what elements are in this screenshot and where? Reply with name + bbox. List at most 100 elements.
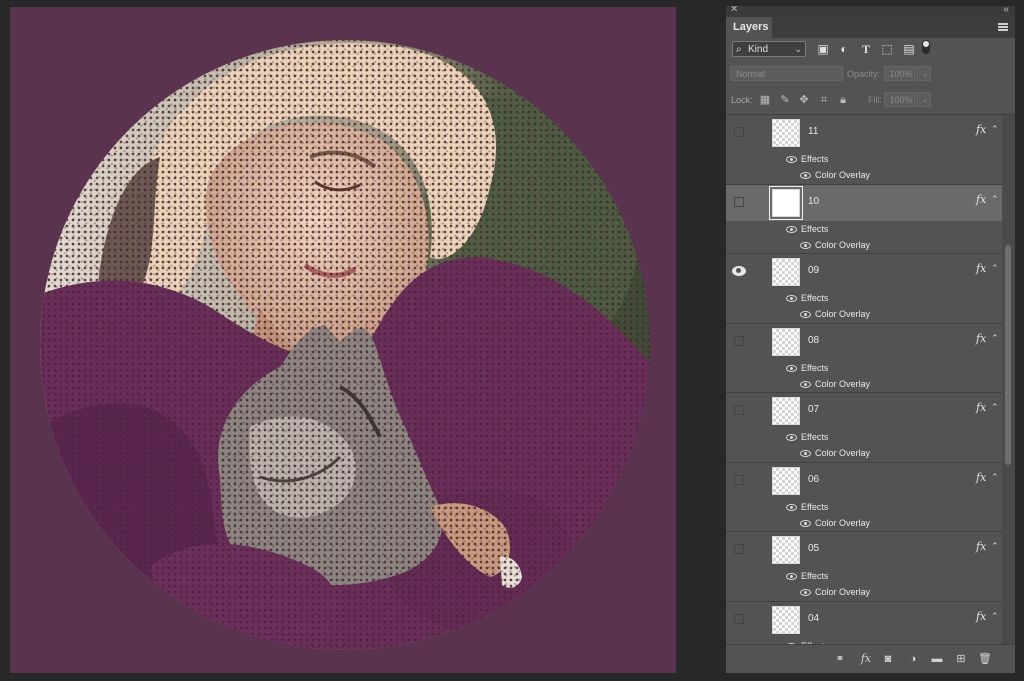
layer-item[interactable]: 09 fx ⌃ Effects Color Overlay [726,254,1002,324]
layer-thumbnail[interactable] [772,119,800,147]
layer-name[interactable]: 11 [808,126,818,137]
trash-icon[interactable]: 🗑︎ [977,652,993,666]
fx-icon[interactable]: fx [976,401,986,414]
layer-row[interactable]: 10 fx ⌃ [726,184,1002,221]
layer-thumbnail[interactable] [772,397,800,425]
layer-thumbnail[interactable] [772,536,800,564]
visibility-toggle[interactable] [734,335,744,346]
blend-mode-select[interactable]: Normal [730,66,843,81]
fill-field[interactable]: 100% [884,92,918,107]
fill-dropdown-icon[interactable]: ⌄ [919,92,931,107]
layer-row[interactable]: 08 fx ⌃ [726,324,1002,360]
eye-icon[interactable] [786,434,797,441]
layer-row[interactable]: 11 fx ⌃ [726,115,1002,151]
fx-icon[interactable]: fx [976,193,986,206]
fx-icon[interactable]: fx [976,123,986,136]
layer-row[interactable]: 05 fx ⌃ [726,532,1002,568]
eye-icon[interactable] [786,364,797,372]
visibility-toggle[interactable] [734,613,744,624]
eye-icon[interactable] [732,266,746,276]
eye-icon[interactable] [786,503,797,511]
document-canvas[interactable] [10,7,676,673]
eye-icon[interactable] [800,241,811,249]
pixel-filter-icon[interactable]: ▣ [816,41,830,57]
eye-icon[interactable] [786,225,797,233]
smart-object-filter-icon[interactable]: ▤ [902,41,916,57]
layer-item[interactable]: 06 fx ⌃ Effects Color Overlay [726,463,1002,532]
layer-item[interactable]: 05 fx ⌃ Effects Color Overlay [726,532,1002,602]
lock-artboard-icon[interactable]: ⌗ [818,93,830,107]
opacity-field[interactable]: 100% [884,66,918,81]
eye-icon[interactable] [786,573,797,580]
chevron-up-icon[interactable]: ⌃ [991,402,1001,414]
new-layer-icon[interactable]: ⊞ [953,652,969,666]
panel-menu-icon[interactable] [998,23,1008,31]
double-chevron-icon[interactable]: « [1003,6,1009,15]
adjustment-filter-icon[interactable]: ◐ [837,41,851,57]
chevron-up-icon[interactable]: ⌃ [991,194,1001,206]
layer-row[interactable]: 04 fx ⌃ [726,602,1002,638]
fx-icon[interactable]: fx [976,471,986,484]
link-icon[interactable]: ⚭ [832,652,848,666]
lock-position-icon[interactable]: ✥ [798,93,810,107]
fx-icon[interactable]: fx [858,652,874,666]
chevron-up-icon[interactable]: ⌃ [991,472,1001,484]
eye-icon[interactable] [800,589,811,596]
close-icon[interactable]: ✕ [730,6,738,15]
chevron-up-icon[interactable]: ⌃ [991,333,1001,345]
lock-image-pixels-icon[interactable]: ✎ [779,93,791,107]
filter-kind-select[interactable]: ⌕ Kind ⌄ [732,41,806,57]
layer-row[interactable]: 07 fx ⌃ [726,393,1002,429]
eye-icon[interactable] [800,450,811,457]
mask-icon[interactable]: ◙ [880,652,896,666]
eye-icon[interactable] [800,519,811,527]
layers-list-viewport[interactable]: 11 fx ⌃ Effects Color Overlay 10 fx ⌃ Effects Col… [726,114,1015,645]
chevron-up-icon[interactable]: ⌃ [991,124,1001,136]
visibility-toggle[interactable] [734,544,744,554]
chevron-up-icon[interactable]: ⌃ [991,611,1001,623]
shape-filter-icon[interactable]: ⬚ [880,41,894,57]
layer-thumbnail[interactable] [772,327,800,356]
eye-icon[interactable] [800,172,811,179]
eye-icon[interactable] [786,295,797,302]
lock-transparent-pixels-icon[interactable]: ▦ [759,93,771,107]
fx-icon[interactable]: fx [976,610,986,623]
eye-icon[interactable] [800,311,811,318]
layer-name[interactable]: 09 [808,265,819,276]
layer-name[interactable]: 10 [808,196,819,207]
layer-item[interactable]: 04fx⌃EffectsColor Overlay [726,602,1002,645]
panel-title-bar[interactable]: ✕ « [726,6,1015,17]
visibility-toggle[interactable] [734,196,744,207]
layer-name[interactable]: 05 [808,543,819,554]
layer-thumbnail[interactable] [772,605,800,634]
chevron-up-icon[interactable]: ⌃ [991,541,1001,553]
layers-scrollbar[interactable] [1002,115,1015,645]
lock-all-icon[interactable]: 🔒︎ [837,93,849,107]
visibility-toggle[interactable] [734,405,744,415]
filter-toggle-switch[interactable] [922,40,930,54]
layer-name[interactable]: 06 [808,474,819,485]
layer-name[interactable]: 08 [808,335,819,346]
layer-name[interactable]: 07 [808,404,819,415]
opacity-dropdown-icon[interactable]: ⌄ [919,66,931,81]
layer-item[interactable]: 07 fx ⌃ Effects Color Overlay [726,393,1002,463]
layer-name[interactable]: 04 [808,613,819,624]
layer-item[interactable]: 11 fx ⌃ Effects Color Overlay [726,115,1002,185]
visibility-toggle[interactable] [734,474,744,485]
eye-icon[interactable] [800,380,811,388]
fx-icon[interactable]: fx [976,540,986,553]
layer-thumbnail[interactable] [772,466,800,495]
fx-icon[interactable]: fx [976,262,986,275]
scrollbar-thumb[interactable] [1005,245,1011,465]
tab-layers[interactable]: Layers [726,17,772,38]
folder-icon[interactable]: ▬ [929,652,945,666]
layer-item[interactable]: 10 fx ⌃ Effects Color Overlay [726,184,1002,254]
visibility-toggle[interactable] [734,127,744,137]
layer-item[interactable]: 08 fx ⌃ Effects Color Overlay [726,324,1002,393]
type-filter-icon[interactable]: T [859,41,873,57]
layer-thumbnail[interactable] [772,258,800,286]
layer-thumbnail[interactable] [769,185,803,220]
chevron-up-icon[interactable]: ⌃ [991,263,1001,275]
eye-icon[interactable] [786,156,797,163]
adjustment-icon[interactable]: ◑ [905,652,921,666]
